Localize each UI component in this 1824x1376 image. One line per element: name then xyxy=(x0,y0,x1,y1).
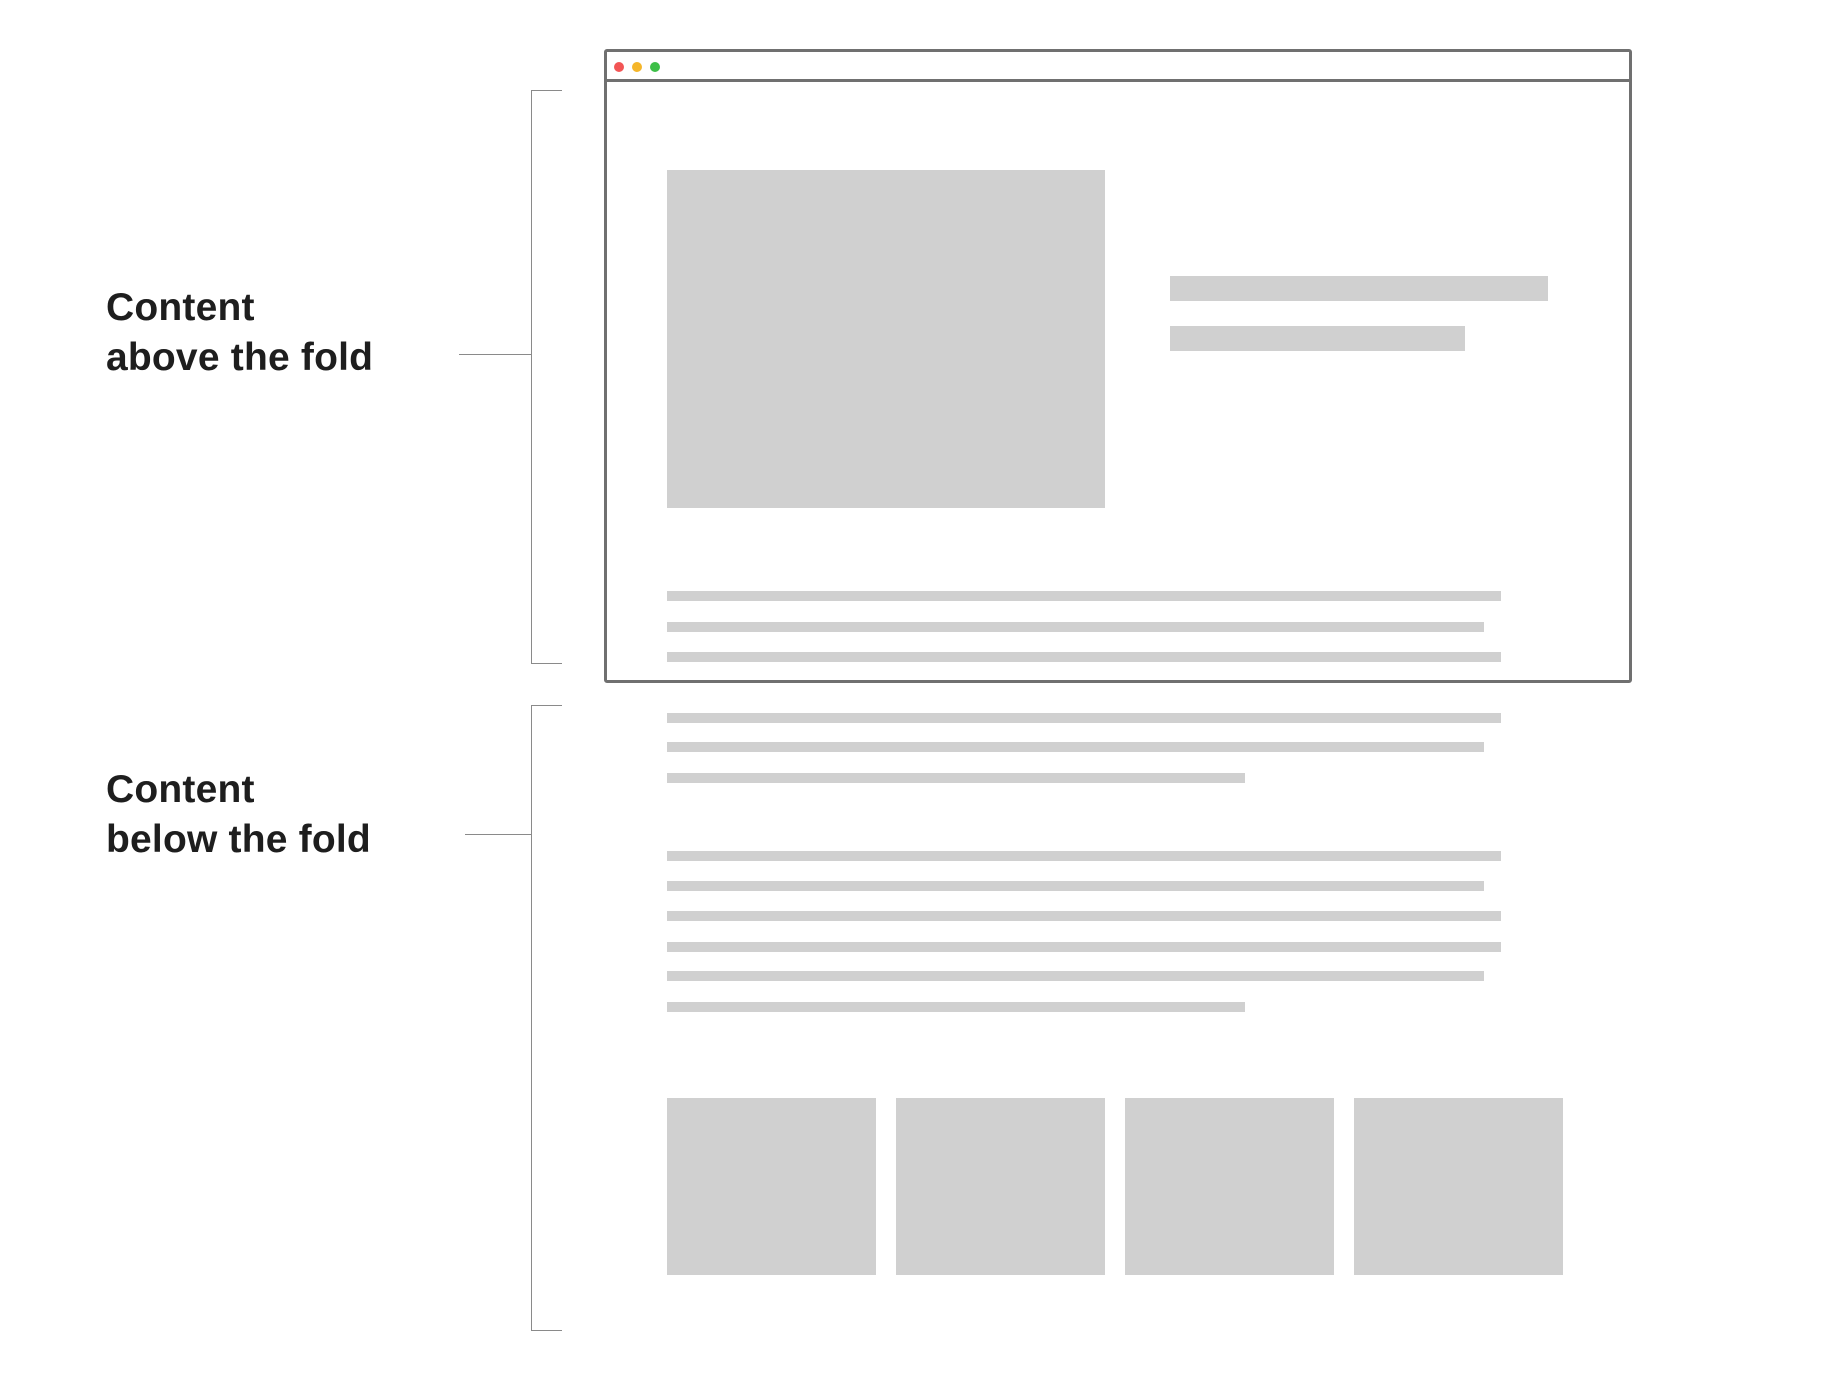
text-placeholder-line xyxy=(667,713,1501,723)
below-fold-pointer-line xyxy=(465,834,531,835)
window-close-dot-icon xyxy=(614,62,624,72)
text-placeholder-line xyxy=(667,1002,1245,1012)
browser-toolbar xyxy=(607,52,1629,82)
thumbnail-placeholder xyxy=(1125,1098,1334,1275)
thumbnail-placeholder xyxy=(896,1098,1105,1275)
thumbnail-placeholder xyxy=(667,1098,876,1275)
text-placeholder-line xyxy=(667,942,1501,952)
below-the-fold-label: Content below the fold xyxy=(106,765,371,865)
text-placeholder-line xyxy=(667,881,1484,891)
below-the-fold-label-line1: Content xyxy=(106,768,255,811)
thumbnail-placeholder xyxy=(1354,1098,1563,1275)
window-minimize-dot-icon xyxy=(632,62,642,72)
window-maximize-dot-icon xyxy=(650,62,660,72)
below-fold-bracket xyxy=(531,705,562,1331)
above-the-fold-label-line2: above the fold xyxy=(106,336,374,379)
above-the-fold-label-line1: Content xyxy=(106,286,255,329)
above-fold-pointer-line xyxy=(459,354,531,355)
above-fold-bracket xyxy=(531,90,562,664)
below-the-fold-label-line2: below the fold xyxy=(106,818,371,861)
text-placeholder-line xyxy=(667,971,1484,981)
browser-window-frame xyxy=(604,49,1632,683)
text-placeholder-line xyxy=(667,911,1501,921)
text-placeholder-line xyxy=(667,773,1245,783)
text-placeholder-line xyxy=(667,851,1501,861)
text-placeholder-line xyxy=(667,742,1484,752)
above-the-fold-label: Content above the fold xyxy=(106,283,373,383)
